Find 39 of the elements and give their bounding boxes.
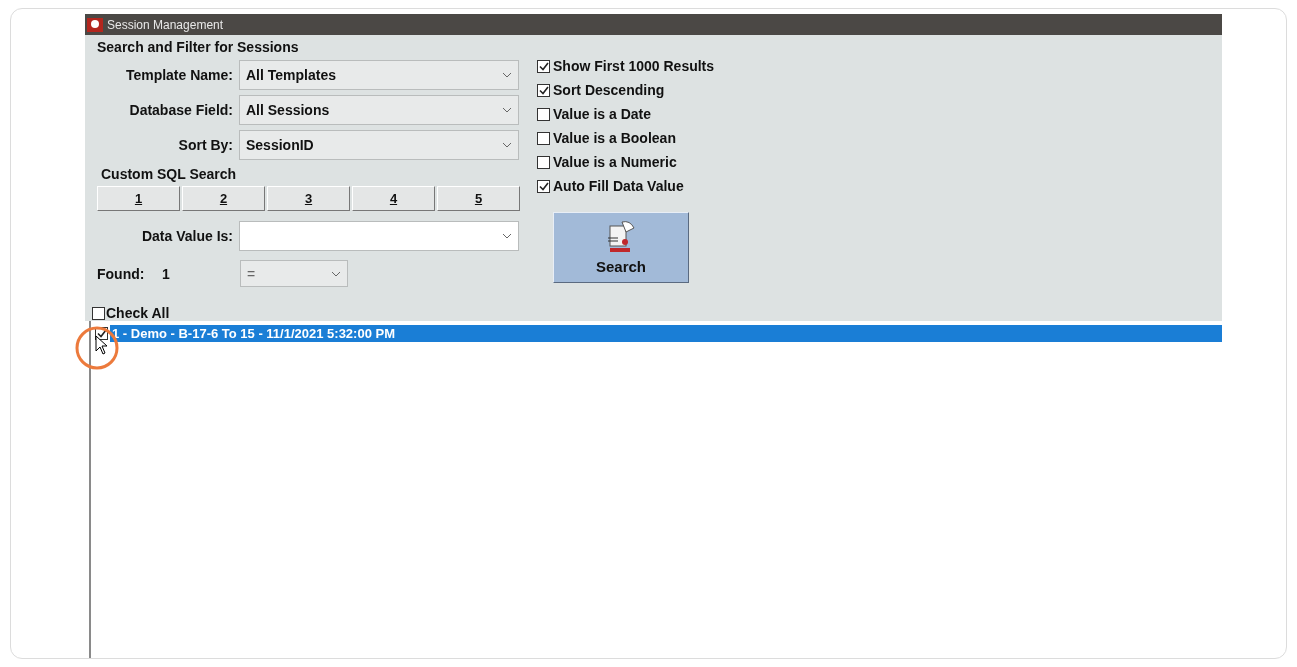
checkbox[interactable] xyxy=(537,59,550,73)
checkbox[interactable] xyxy=(537,83,550,97)
found-label: Found: xyxy=(97,265,146,282)
section-heading: Search and Filter for Sessions xyxy=(97,39,300,55)
field-label: Data Value Is: xyxy=(140,228,234,244)
window-title: Session Management xyxy=(107,17,224,32)
checkbox[interactable] xyxy=(537,179,550,193)
search-button[interactable]: Search xyxy=(553,212,689,283)
checkbox[interactable] xyxy=(537,155,550,169)
chevron-down-icon xyxy=(502,233,512,239)
query-button[interactable]: 4 xyxy=(352,186,435,211)
dropdown[interactable]: SessionID xyxy=(239,130,519,160)
found-count: 1 xyxy=(162,265,171,282)
chevron-down-icon xyxy=(502,142,512,148)
operator-dropdown[interactable]: = xyxy=(240,260,348,287)
query-button[interactable]: 3 xyxy=(267,186,350,211)
dropdown[interactable]: All Sessions xyxy=(239,95,519,125)
option-label: Value is a Numeric xyxy=(553,154,677,170)
dropdown[interactable]: All Templates xyxy=(239,60,519,90)
chevron-down-icon xyxy=(331,270,341,277)
query-button[interactable]: 5 xyxy=(437,186,520,211)
checkbox[interactable] xyxy=(537,107,550,121)
option-label: Value is a Boolean xyxy=(553,130,676,146)
chevron-down-icon xyxy=(502,107,512,113)
check-all-label: Check All xyxy=(106,305,170,321)
query-button[interactable]: 2 xyxy=(182,186,265,211)
option-label: Show First 1000 Results xyxy=(553,58,715,74)
mouse-cursor-icon xyxy=(95,335,109,355)
field-label: Database Field: xyxy=(128,102,234,118)
option-label: Auto Fill Data Value xyxy=(553,178,684,194)
app-icon xyxy=(87,17,103,32)
field-label: Sort By: xyxy=(177,137,234,153)
section-heading: Custom SQL Search xyxy=(101,166,238,182)
query-button[interactable]: 1 xyxy=(97,186,180,211)
option-label: Value is a Date xyxy=(553,106,652,122)
chevron-down-icon xyxy=(502,72,512,78)
checkbox[interactable] xyxy=(537,131,550,145)
field-label: Template Name: xyxy=(124,67,234,83)
option-label: Sort Descending xyxy=(553,82,665,98)
